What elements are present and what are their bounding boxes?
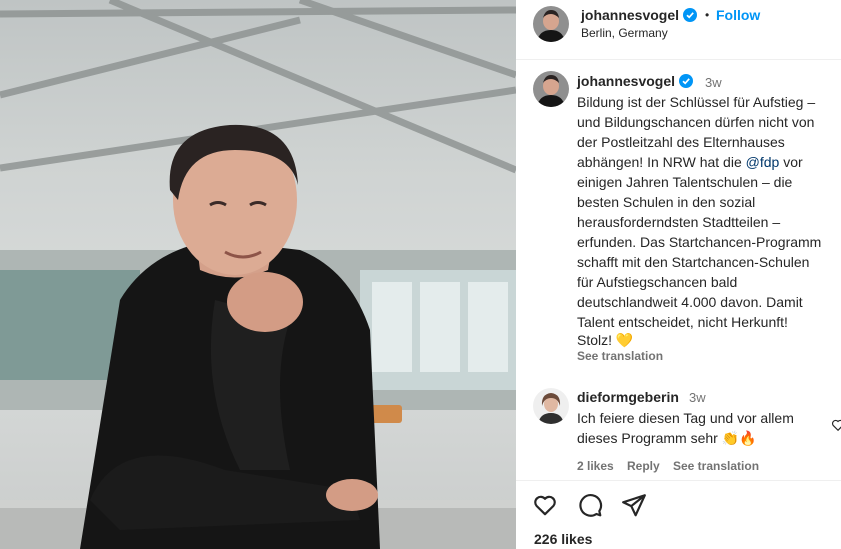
clap-fire-emoji: 👏🔥 (721, 430, 757, 446)
post-photo[interactable] (0, 0, 516, 549)
comment-icon[interactable] (577, 492, 603, 518)
follow-button[interactable]: Follow (716, 7, 760, 23)
caption-text: Stolz! (577, 332, 613, 348)
caption-line: für Aufstiegschancen bald (577, 274, 738, 290)
location-link[interactable]: Berlin, Germany (581, 26, 668, 40)
separator-dot: • (705, 8, 710, 22)
caption-line: deutschlandweit 4.000 davon. Damit (577, 294, 803, 310)
caption-time[interactable]: 3w (705, 75, 722, 90)
yellow-heart-emoji: 💛 (615, 332, 634, 348)
post-details: johannesvogel • Follow Berlin, Germany j… (516, 0, 841, 549)
caption-line: der Postleitzahl des Elternhauses (577, 134, 785, 150)
caption-username-text[interactable]: johannesvogel (577, 73, 675, 89)
caption-username[interactable]: johannesvogel (577, 73, 694, 89)
comment-text-line: dieses Programm sehr 👏🔥 (577, 429, 757, 447)
caption-line: und Bildungschancen dürfen nicht von (577, 114, 815, 130)
comment-like-heart-icon[interactable] (831, 418, 841, 432)
comment-time: 3w (689, 390, 706, 405)
caption-line: erfunden. Das Startchancen-Programm (577, 234, 822, 250)
caption-text: vor (779, 154, 803, 170)
author-username-text[interactable]: johannesvogel (581, 7, 679, 23)
caption-line: Stolz! 💛 (577, 331, 633, 349)
verified-badge-icon (683, 8, 698, 22)
comment-text: Ich feiere diesen Tag und vor allem (577, 410, 794, 426)
caption-line: schafft mit den Startchancen-Schulen (577, 254, 810, 270)
caption-line: besten Schulen in den sozial (577, 194, 756, 210)
author-username[interactable]: johannesvogel (581, 7, 698, 23)
portrait-illustration (0, 0, 516, 549)
verified-badge-icon (679, 74, 694, 88)
likes-count[interactable]: 226 likes (534, 531, 592, 547)
share-icon[interactable] (621, 492, 647, 518)
caption-text: abhängen! In NRW hat die (577, 154, 742, 170)
caption-line: herausforderndsten Stadtteilen – (577, 214, 781, 230)
caption-line: Talent entscheidet, nicht Herkunft! (577, 314, 788, 330)
caption-line: einigen Jahren Talentschulen – die (577, 174, 793, 190)
author-avatar[interactable] (533, 6, 569, 42)
comment-likes[interactable]: 2 likes (577, 459, 614, 473)
mention-link[interactable]: @fdp (746, 154, 780, 170)
action-bar: 226 likes (516, 480, 841, 549)
heart-icon[interactable] (532, 492, 558, 518)
caption-line: abhängen! In NRW hat die @fdp vor (577, 153, 803, 171)
caption-avatar[interactable] (533, 71, 569, 107)
see-translation-link[interactable]: See translation (577, 349, 663, 363)
commenter-username[interactable]: dieformgeberin (577, 389, 679, 405)
comment-text: dieses Programm sehr (577, 430, 718, 446)
caption-line: Bildung ist der Schlüssel für Aufstieg – (577, 94, 816, 110)
post-header: johannesvogel • Follow Berlin, Germany (516, 0, 841, 60)
reply-button[interactable]: Reply (627, 459, 660, 473)
commenter-avatar[interactable] (533, 388, 569, 424)
comment-see-translation[interactable]: See translation (673, 459, 759, 473)
